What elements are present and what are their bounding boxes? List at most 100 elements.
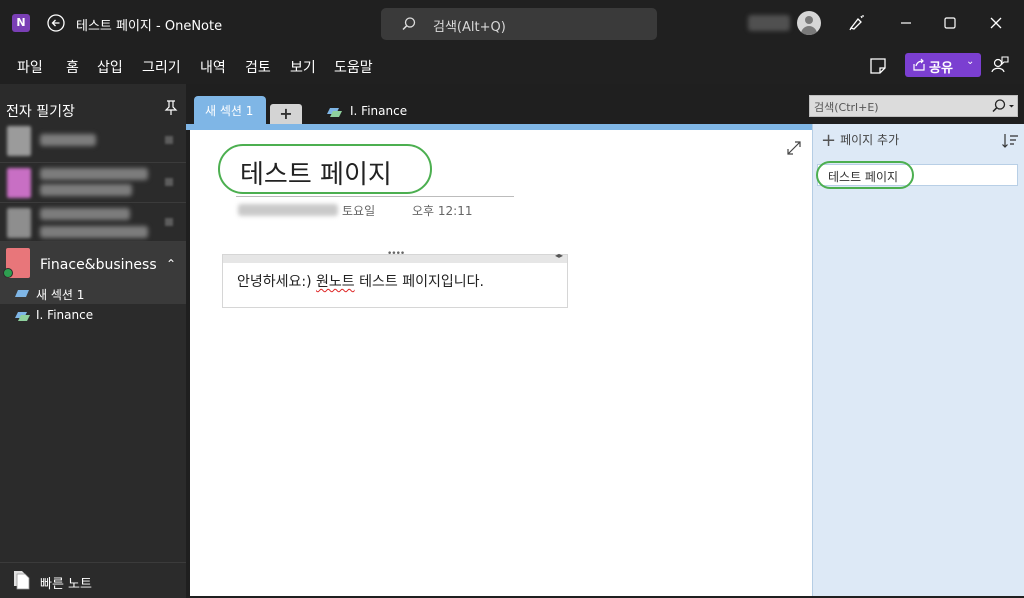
notebook-label: Finace&business <box>40 257 157 273</box>
feedback-button[interactable] <box>990 55 1010 75</box>
sticky-note-icon <box>870 58 886 74</box>
tab-new-section-1[interactable]: 새 섹션 1 <box>194 96 266 126</box>
share-label: 공유 <box>929 61 953 76</box>
add-section-button[interactable]: + <box>270 104 302 126</box>
notebook-name <box>40 208 130 220</box>
add-page-label: 페이지 추가 <box>840 133 900 147</box>
notebook-marker <box>165 136 173 144</box>
add-page-button[interactable]: + 페이지 추가 <box>821 130 899 151</box>
notebook-item[interactable] <box>0 204 186 244</box>
menu-view[interactable]: 보기 <box>290 57 316 77</box>
section-group-icon <box>327 108 342 117</box>
close-icon <box>990 17 1002 29</box>
note-container[interactable]: •••• ◂▸ 안녕하세요:) 원노트 테스트 페이지입니다. <box>222 249 568 308</box>
plus-icon: + <box>821 130 837 151</box>
tab-label: I. Finance <box>350 104 408 118</box>
page-day: 토요일 <box>342 204 376 218</box>
share-icon <box>913 58 925 71</box>
search-icon <box>992 99 1014 113</box>
quick-notes-label: 빠른 노트 <box>40 577 92 592</box>
chevron-up-icon[interactable]: ⌃ <box>166 257 176 271</box>
sync-status-icon <box>3 268 13 278</box>
resize-arrows-icon[interactable]: ◂▸ <box>555 251 563 260</box>
notebook-name <box>40 184 132 196</box>
notebook-name <box>40 168 148 180</box>
notebook-icon <box>7 208 31 238</box>
minimize-icon <box>901 22 911 24</box>
menu-file[interactable]: 파일 <box>17 57 43 77</box>
quick-notes[interactable]: 빠른 노트 <box>0 562 186 598</box>
account-name[interactable] <box>748 15 790 31</box>
section-item-new-section-1[interactable]: 새 섹션 1 <box>0 282 186 304</box>
section-item-finance[interactable]: I. Finance <box>0 304 186 326</box>
section-tabs: 새 섹션 1 + I. Finance <box>186 84 812 126</box>
avatar-head <box>805 16 813 24</box>
back-button[interactable] <box>46 13 66 33</box>
onenote-logo-icon: N <box>12 14 30 32</box>
search-placeholder: 검색(Alt+Q) <box>433 20 506 35</box>
notebook-icon <box>3 248 30 278</box>
feedback-person-icon <box>991 56 1009 73</box>
maximize-button[interactable] <box>940 13 960 33</box>
notebook-marker <box>165 218 173 226</box>
page-canvas[interactable]: 테스트 페이지 토요일 오후 12:11 •••• ◂▸ 안녕하세요:) 원노트… <box>190 130 812 596</box>
tab-label: 새 섹션 1 <box>205 104 254 118</box>
title-bar: N 테스트 페이지 - OneNote 검색(Alt+Q) <box>0 0 1024 46</box>
menu-draw[interactable]: 그리기 <box>142 57 181 77</box>
avatar[interactable] <box>797 11 821 35</box>
menu-home[interactable]: 홈 <box>66 57 79 77</box>
chevron-down-icon: ⌄ <box>966 56 975 67</box>
notebook-item[interactable] <box>0 164 186 204</box>
note-text-end: 테스트 페이지입니다. <box>354 274 484 290</box>
notebook-icon <box>7 126 31 156</box>
pin-button[interactable] <box>164 100 178 116</box>
expand-icon[interactable] <box>786 140 802 156</box>
menu-insert[interactable]: 삽입 <box>97 57 123 77</box>
divider <box>0 162 186 163</box>
page-item-label: 테스트 페이지 <box>828 170 899 184</box>
menu-review[interactable]: 검토 <box>245 57 271 77</box>
premium-button[interactable] <box>846 13 866 33</box>
back-arrow-icon <box>47 14 65 32</box>
notebook-name <box>40 134 96 146</box>
title-underline <box>236 196 514 197</box>
maximize-icon <box>944 17 956 29</box>
drag-dots-icon: •••• <box>387 249 405 259</box>
avatar-body <box>801 26 817 35</box>
page-item[interactable]: 테스트 페이지 <box>816 161 1018 189</box>
spelling-error: 원노트 <box>316 274 355 290</box>
note-text-start: 안녕하세요:) <box>237 274 317 290</box>
sort-icon[interactable] <box>1001 132 1019 150</box>
page-title-text: 테스트 페이지 <box>240 160 392 190</box>
pages-pane: + 페이지 추가 테스트 페이지 <box>812 124 1024 596</box>
notebook-name <box>40 226 148 238</box>
section-icon <box>15 290 29 297</box>
pin-icon <box>164 100 178 115</box>
search-input[interactable]: 검색(Alt+Q) <box>381 8 657 40</box>
search-icon <box>402 17 416 31</box>
page-title[interactable]: 테스트 페이지 <box>218 144 432 194</box>
notebook-sidebar: 전자 필기장 Finace&business ⌃ 새 섹션 1 I. Finan… <box>0 84 186 598</box>
share-button[interactable]: 공유 ⌄ <box>905 53 981 77</box>
window-title: 테스트 페이지 - OneNote <box>76 19 223 34</box>
section-label: 새 섹션 1 <box>36 288 85 302</box>
notebook-item[interactable] <box>0 122 186 162</box>
minimize-button[interactable] <box>896 13 916 33</box>
notebooks-header: 전자 필기장 <box>6 104 75 120</box>
page-search-input[interactable]: 검색(Ctrl+E) <box>809 95 1018 117</box>
sticky-notes-button[interactable] <box>868 56 888 76</box>
notebook-icon <box>7 168 31 198</box>
menu-history[interactable]: 내역 <box>200 57 226 77</box>
section-group-icon <box>15 312 30 321</box>
notebook-marker <box>165 178 173 186</box>
page-date <box>238 204 338 216</box>
page-time: 오후 12:11 <box>412 204 473 218</box>
section-label: I. Finance <box>36 308 94 322</box>
close-button[interactable] <box>986 13 1006 33</box>
divider <box>0 202 186 203</box>
note-text[interactable]: 안녕하세요:) 원노트 테스트 페이지입니다. <box>237 271 484 291</box>
note-drag-handle[interactable]: •••• ◂▸ <box>223 249 567 263</box>
page-search-placeholder: 검색(Ctrl+E) <box>814 101 879 114</box>
menu-help[interactable]: 도움말 <box>334 57 373 77</box>
pen-sparkle-icon <box>849 15 864 31</box>
